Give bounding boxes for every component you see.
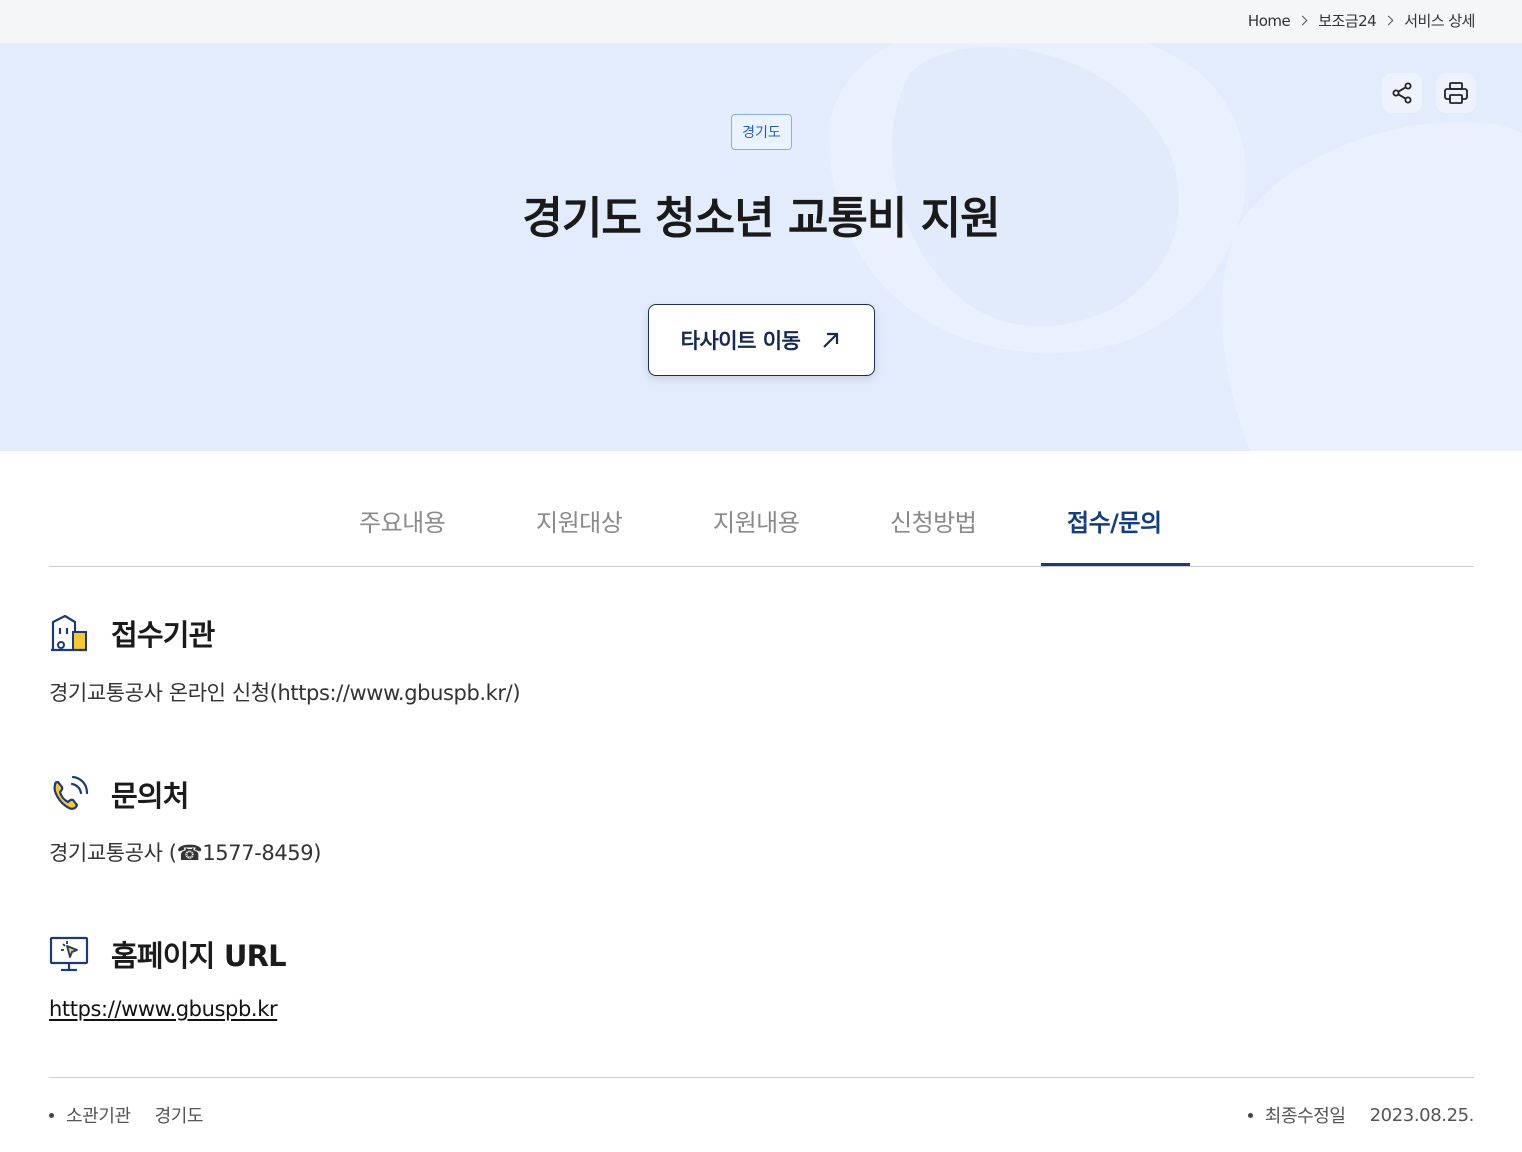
contact-section-header: 문의처	[49, 773, 189, 815]
contact-title: 문의처	[111, 779, 189, 813]
homepage-link-wrapper: https://www.gbuspb.kr	[49, 997, 278, 1021]
modified-value: 2023.08.25.	[1369, 1104, 1475, 1126]
active-tab-indicator	[1041, 563, 1190, 566]
homepage-link[interactable]: https://www.gbuspb.kr	[49, 997, 278, 1021]
share-icon	[1392, 82, 1412, 104]
agency-value: 경기도	[154, 1106, 204, 1127]
tab-how-to-apply[interactable]: 신청방법	[890, 503, 977, 538]
external-site-button[interactable]: 타사이트 이동	[648, 304, 875, 376]
footer-divider	[49, 1077, 1474, 1078]
contact-text: 경기교통공사 (☎1577-8459)	[49, 841, 322, 865]
printer-icon	[1444, 82, 1468, 104]
tab-eligibility[interactable]: 지원대상	[536, 503, 623, 538]
breadcrumb-current: 서비스 상세	[1404, 12, 1475, 30]
breadcrumb: Home 보조금24 서비스 상세	[1248, 10, 1476, 31]
agency-label: 소관기관	[66, 1106, 131, 1127]
phone-icon	[53, 775, 89, 810]
tab-main-content[interactable]: 주요내용	[359, 503, 446, 538]
chevron-right-icon	[1297, 15, 1308, 26]
region-badge: 경기도	[731, 114, 792, 150]
agency-meta: 소관기관 경기도	[49, 1102, 204, 1128]
homepage-title: 홈페이지 URL	[111, 939, 287, 973]
page-title: 경기도 청소년 교통비 지원	[522, 193, 1000, 244]
arrow-up-right-icon	[823, 332, 839, 348]
chevron-right-icon	[1383, 15, 1394, 26]
modified-date-meta: 최종수정일 2023.08.25.	[1247, 1102, 1475, 1128]
tab-reception-inquiry[interactable]: 접수/문의	[1067, 503, 1162, 538]
homepage-section-header: 홈페이지 URL	[49, 933, 287, 975]
reception-text: 경기교통공사 온라인 신청(https://www.gbuspb.kr/)	[49, 681, 521, 705]
tab-support-details[interactable]: 지원내용	[713, 503, 800, 538]
reception-section-header: 접수기관	[49, 612, 215, 654]
bullet-icon	[1247, 1112, 1253, 1118]
reception-title: 접수기관	[111, 618, 215, 652]
top-bar: Home 보조금24 서비스 상세	[0, 0, 1522, 43]
monitor-cursor-icon	[49, 936, 89, 972]
breadcrumb-subsidy24[interactable]: 보조금24	[1318, 10, 1377, 31]
bullet-icon	[49, 1112, 54, 1118]
hero-background-decoration	[829, 43, 1522, 451]
hero-actions	[1382, 73, 1476, 113]
hero-banner: 경기도 경기도 청소년 교통비 지원 타사이트 이동	[0, 43, 1522, 451]
print-button[interactable]	[1436, 73, 1476, 113]
breadcrumb-home[interactable]: Home	[1248, 12, 1291, 30]
external-site-button-label: 타사이트 이동	[680, 329, 801, 353]
share-button[interactable]	[1382, 73, 1422, 113]
building-icon	[51, 614, 87, 652]
modified-label: 최종수정일	[1264, 1106, 1346, 1127]
content-tabs: 주요내용 지원대상 지원내용 신청방법 접수/문의	[49, 451, 1474, 567]
